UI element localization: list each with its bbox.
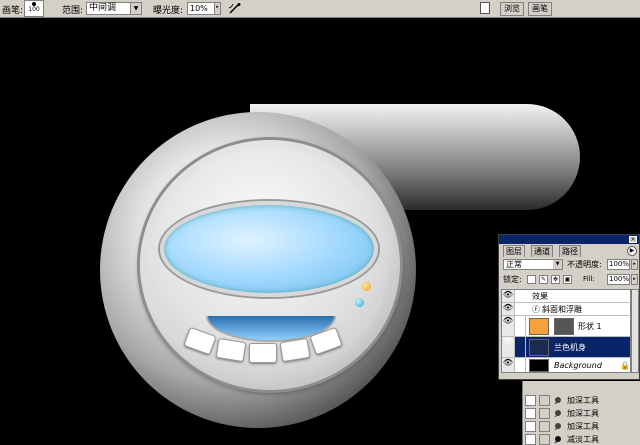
robot-key <box>215 337 247 363</box>
document-icon[interactable] <box>480 2 490 14</box>
burn-tool-icon <box>554 410 561 418</box>
brush-preset-picker[interactable]: 100 <box>24 0 44 17</box>
history-item[interactable]: 加深工具 <box>523 407 640 420</box>
opacity-input[interactable]: 100% <box>607 259 630 270</box>
eye-icon[interactable]: 👁 <box>502 303 515 315</box>
eye-icon[interactable]: 👁 <box>502 290 515 302</box>
tab-paths[interactable]: 路径 <box>559 245 581 257</box>
fill-input[interactable]: 100% <box>607 274 630 285</box>
layer-blue-body[interactable]: 👁 兰色机身 <box>502 337 630 358</box>
robot-key <box>309 326 343 356</box>
lock-label: 锁定: <box>503 275 522 284</box>
lock-paint-icon[interactable]: ✎ <box>539 275 548 284</box>
history-item[interactable]: 加深工具 <box>523 420 640 433</box>
tab-channels[interactable]: 通道 <box>531 245 553 257</box>
robot-key <box>183 326 217 356</box>
lock-transparency-icon[interactable] <box>527 275 536 284</box>
history-snapshot-cell[interactable] <box>525 421 536 432</box>
fill-label: Fill: <box>583 275 595 283</box>
layer-name: 兰色机身 <box>554 343 586 352</box>
layer-name: Background <box>554 361 602 370</box>
range-label: 范围: <box>62 6 84 16</box>
layers-list: 👁 效果 👁 ⓕ 斜面和浮雕 👁 形状 1 👁 兰色机身 👁 Backgroun… <box>501 289 631 373</box>
history-label: 减淡工具 <box>567 435 599 444</box>
layer-effects-header[interactable]: 👁 效果 <box>502 290 630 303</box>
blend-mode-select[interactable]: 正常 ▼ <box>503 259 563 270</box>
tab-layers[interactable]: 图层 <box>503 245 525 257</box>
history-snapshot-cell[interactable] <box>525 408 536 419</box>
history-label: 加深工具 <box>567 409 599 418</box>
layer-link-cell[interactable] <box>515 358 526 372</box>
history-palette: 加深工具 加深工具 加深工具 减淡工具 <box>522 381 640 445</box>
history-label: 加深工具 <box>567 422 599 431</box>
dodge-tool-icon <box>554 436 561 444</box>
layers-palette: × 图层 通道 路径 ▶ 正常 ▼ 不透明度: 100% ▸ 锁定: ✎ ✥ ▣… <box>498 234 640 380</box>
opacity-slider-arrow[interactable]: ▸ <box>631 259 638 270</box>
airbrush-icon[interactable] <box>228 2 242 15</box>
brush-label: 画笔: <box>2 6 24 16</box>
layer-link-cell[interactable] <box>515 316 526 336</box>
history-brush-cell[interactable] <box>539 408 550 419</box>
history-snapshot-cell[interactable] <box>525 395 536 406</box>
history-brush-cell[interactable] <box>539 434 550 445</box>
lock-all-icon[interactable]: ▣ <box>563 275 572 284</box>
close-icon[interactable]: × <box>629 236 637 243</box>
layer-name: 斜面和浮雕 <box>542 305 582 314</box>
blend-mode-value: 正常 <box>506 260 522 269</box>
history-brush-cell[interactable] <box>539 395 550 406</box>
brush-icon <box>515 337 526 357</box>
eye-icon[interactable]: 👁 <box>502 337 515 357</box>
effect-icon: ⓕ <box>532 305 540 314</box>
palette-menu-icon[interactable]: ▶ <box>627 246 637 256</box>
layer-name: 效果 <box>532 292 548 301</box>
layer-shape-1[interactable]: 👁 形状 1 <box>502 316 630 337</box>
history-label: 加深工具 <box>567 396 599 405</box>
exposure-slider-arrow[interactable]: ▸ <box>214 2 221 15</box>
options-bar: 画笔: 100 范围: 中间调 ▼ 曝光度: 10% ▸ 浏览 画笔 <box>0 0 640 18</box>
range-value: 中间调 <box>89 3 117 13</box>
layer-thumbnail <box>529 359 549 372</box>
layer-thumbnail <box>529 339 549 356</box>
layers-scrollbar[interactable] <box>631 289 639 373</box>
palette-tabs: 图层 通道 路径 <box>501 245 639 257</box>
layer-effect-bevel[interactable]: 👁 ⓕ 斜面和浮雕 <box>502 303 630 316</box>
robot-key <box>249 343 277 363</box>
layer-fill-thumbnail <box>529 318 549 335</box>
fill-slider-arrow[interactable]: ▸ <box>631 274 638 285</box>
tab-brushes[interactable]: 画笔 <box>528 2 552 16</box>
lock-row: 锁定: ✎ ✥ ▣ Fill: 100% ▸ <box>501 273 639 286</box>
opacity-label: 不透明度: <box>567 260 602 269</box>
fill-value: 100% <box>609 275 630 283</box>
chevron-down-icon: ▼ <box>553 260 562 269</box>
opacity-value: 100% <box>609 260 630 268</box>
vector-mask-thumbnail <box>554 318 574 335</box>
lock-move-icon[interactable]: ✥ <box>551 275 560 284</box>
orange-led <box>362 282 371 291</box>
eye-icon[interactable]: 👁 <box>502 316 515 336</box>
tab-navigator[interactable]: 浏览 <box>500 2 524 16</box>
palette-title-bar[interactable] <box>499 235 639 244</box>
exposure-input[interactable]: 10% <box>187 2 215 15</box>
robot-visor <box>160 201 378 297</box>
cyan-led <box>355 298 364 307</box>
blend-row: 正常 ▼ 不透明度: 100% ▸ <box>501 258 639 271</box>
exposure-label: 曝光度: <box>153 6 184 16</box>
exposure-value: 10% <box>190 4 208 13</box>
robot-key <box>279 337 311 363</box>
history-brush-cell[interactable] <box>539 421 550 432</box>
burn-tool-icon <box>554 397 561 405</box>
chevron-down-icon: ▼ <box>130 3 141 14</box>
history-snapshot-cell[interactable] <box>525 434 536 445</box>
robot-key-row <box>183 326 344 371</box>
layer-background[interactable]: 👁 Background 🔒 <box>502 358 630 372</box>
palette-footer <box>501 374 639 380</box>
history-item[interactable]: 减淡工具 <box>523 433 640 445</box>
brush-size: 100 <box>28 6 40 13</box>
lock-icon: 🔒 <box>620 361 630 370</box>
range-select[interactable]: 中间调 ▼ <box>86 2 142 15</box>
history-item[interactable]: 加深工具 <box>523 394 640 407</box>
layer-name: 形状 1 <box>578 322 602 331</box>
burn-tool-icon <box>554 423 561 431</box>
eye-icon[interactable]: 👁 <box>502 358 515 372</box>
